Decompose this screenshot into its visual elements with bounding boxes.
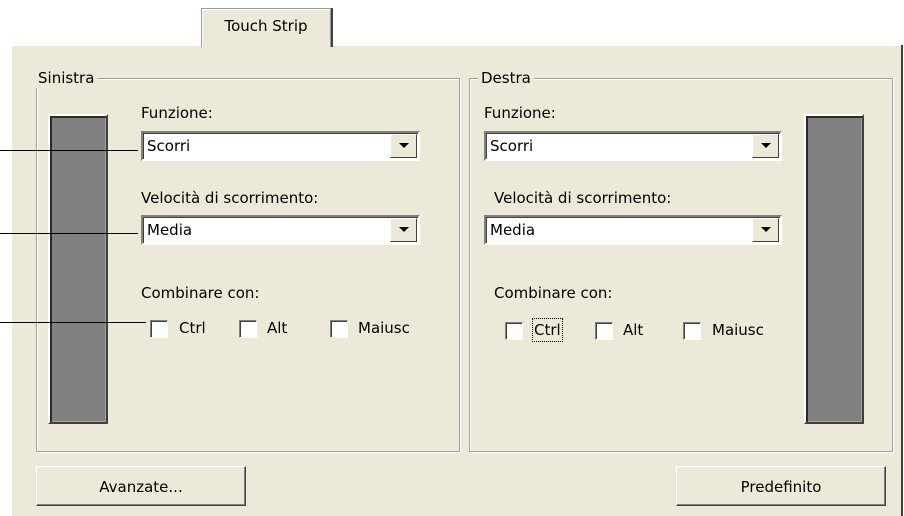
- right-strip-group: Destra Funzione: Scorri Velocità di scor…: [469, 68, 893, 452]
- left-group-legend: Sinistra: [35, 68, 98, 88]
- left-maiusc-checkbox[interactable]: [330, 320, 348, 338]
- chevron-down-icon: [761, 227, 771, 232]
- left-touch-strip-image: [48, 114, 108, 424]
- right-group-legend: Destra: [478, 68, 534, 88]
- left-maiusc-label[interactable]: Maiusc: [358, 318, 410, 338]
- right-ctrl-label[interactable]: Ctrl: [532, 318, 563, 342]
- left-speed-value: Media: [147, 221, 193, 239]
- right-speed-label: Velocità di scorrimento:: [494, 189, 672, 207]
- left-speed-select[interactable]: Media: [141, 215, 420, 245]
- default-button[interactable]: Predefinito: [676, 466, 886, 506]
- left-function-dropdown-button[interactable]: [390, 134, 417, 158]
- left-function-value: Scorri: [147, 137, 191, 155]
- right-maiusc-checkbox[interactable]: [683, 322, 701, 340]
- right-function-label: Funzione:: [484, 104, 556, 122]
- left-strip-group: Sinistra Funzione: Scorri Velocità di sc…: [35, 68, 460, 452]
- right-speed-select[interactable]: Media: [484, 215, 782, 245]
- left-speed-label: Velocità di scorrimento:: [141, 189, 319, 207]
- left-alt-checkbox[interactable]: [239, 320, 257, 338]
- advanced-button[interactable]: Avanzate...: [36, 466, 246, 506]
- left-ctrl-label[interactable]: Ctrl: [179, 318, 206, 338]
- chevron-down-icon: [399, 227, 409, 232]
- touch-strip-panel: Sinistra Funzione: Scorri Velocità di sc…: [11, 45, 901, 516]
- left-speed-dropdown-button[interactable]: [390, 218, 417, 242]
- right-alt-label[interactable]: Alt: [623, 320, 643, 340]
- left-function-label: Funzione:: [141, 104, 213, 122]
- right-function-select[interactable]: Scorri: [484, 131, 782, 161]
- tab-touch-strip[interactable]: Touch Strip: [201, 8, 331, 47]
- right-alt-checkbox[interactable]: [595, 322, 613, 340]
- callout-line-combine: [0, 322, 146, 323]
- right-maiusc-label[interactable]: Maiusc: [712, 320, 764, 340]
- right-combine-label: Combinare con:: [494, 284, 613, 302]
- right-touch-strip-image: [804, 114, 864, 424]
- callout-line-function: [0, 150, 138, 151]
- left-ctrl-checkbox[interactable]: [150, 320, 168, 338]
- right-function-dropdown-button[interactable]: [752, 134, 779, 158]
- left-combine-label: Combinare con:: [141, 284, 260, 302]
- right-function-value: Scorri: [490, 137, 534, 155]
- left-function-select[interactable]: Scorri: [141, 131, 420, 161]
- right-ctrl-checkbox[interactable]: [505, 322, 523, 340]
- chevron-down-icon: [399, 143, 409, 148]
- chevron-down-icon: [761, 143, 771, 148]
- left-alt-label[interactable]: Alt: [267, 318, 287, 338]
- callout-line-speed: [0, 233, 138, 234]
- right-speed-value: Media: [490, 221, 536, 239]
- right-speed-dropdown-button[interactable]: [752, 218, 779, 242]
